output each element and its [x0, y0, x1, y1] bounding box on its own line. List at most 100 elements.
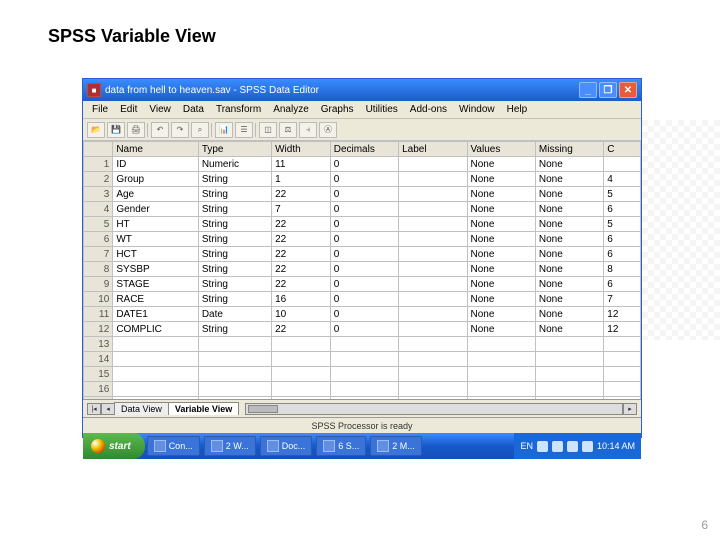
cell-columns[interactable] [604, 157, 641, 172]
cell-name[interactable]: Gender [113, 202, 199, 217]
table-row[interactable]: 2GroupString10NoneNone4 [84, 172, 641, 187]
cell-type[interactable]: String [198, 217, 271, 232]
cell-width[interactable]: 10 [272, 307, 331, 322]
cell-width[interactable]: 22 [272, 277, 331, 292]
cell-label[interactable] [399, 262, 467, 277]
cell-width[interactable]: 22 [272, 322, 331, 337]
table-row[interactable]: 16 [84, 382, 641, 397]
task-item[interactable]: 6 S... [316, 436, 366, 456]
system-tray[interactable]: EN 10:14 AM [514, 433, 641, 459]
menu-edit[interactable]: Edit [115, 103, 142, 116]
cell-values[interactable]: None [467, 232, 535, 247]
cell-columns[interactable]: 7 [604, 292, 641, 307]
col-decimals[interactable]: Decimals [330, 142, 398, 157]
cell-missing[interactable]: None [535, 322, 603, 337]
cell-width[interactable]: 22 [272, 232, 331, 247]
row-number[interactable]: 4 [84, 202, 113, 217]
cell-columns[interactable]: 6 [604, 277, 641, 292]
table-row[interactable]: 4GenderString70NoneNone6 [84, 202, 641, 217]
cell-columns[interactable]: 6 [604, 247, 641, 262]
row-number[interactable]: 6 [84, 232, 113, 247]
cell-width[interactable]: 11 [272, 157, 331, 172]
row-number[interactable]: 1 [84, 157, 113, 172]
table-row[interactable]: 3AgeString220NoneNone5 [84, 187, 641, 202]
cell-decimals[interactable]: 0 [330, 232, 398, 247]
cell-type[interactable]: Numeric [198, 157, 271, 172]
table-row[interactable]: 9STAGEString220NoneNone6 [84, 277, 641, 292]
cell-decimals[interactable]: 0 [330, 307, 398, 322]
cell-label[interactable] [399, 157, 467, 172]
cell-name[interactable]: WT [113, 232, 199, 247]
cell-name[interactable]: Group [113, 172, 199, 187]
table-row[interactable]: 1IDNumeric110NoneNone [84, 157, 641, 172]
cell-decimals[interactable]: 0 [330, 172, 398, 187]
table-row[interactable]: 7HCTString220NoneNone6 [84, 247, 641, 262]
row-number[interactable]: 7 [84, 247, 113, 262]
menu-addons[interactable]: Add-ons [405, 103, 452, 116]
cell-missing[interactable]: None [535, 187, 603, 202]
cell-label[interactable] [399, 307, 467, 322]
cell-values[interactable]: None [467, 202, 535, 217]
cell-name[interactable]: RACE [113, 292, 199, 307]
cell-missing[interactable]: None [535, 217, 603, 232]
cell-label[interactable] [399, 232, 467, 247]
menu-view[interactable]: View [144, 103, 176, 116]
goto-icon[interactable]: ⌕ [191, 122, 209, 138]
tab-data-view[interactable]: Data View [114, 402, 169, 415]
cell-decimals[interactable]: 0 [330, 157, 398, 172]
col-type[interactable]: Type [198, 142, 271, 157]
row-number[interactable]: 17 [84, 397, 113, 400]
cell-missing[interactable]: None [535, 202, 603, 217]
cell-missing[interactable]: None [535, 157, 603, 172]
row-number[interactable]: 14 [84, 352, 113, 367]
redo-icon[interactable]: ↷ [171, 122, 189, 138]
cell-values[interactable]: None [467, 217, 535, 232]
row-number[interactable]: 15 [84, 367, 113, 382]
cell-columns[interactable]: 12 [604, 307, 641, 322]
cell-missing[interactable]: None [535, 292, 603, 307]
menu-data[interactable]: Data [178, 103, 209, 116]
cell-decimals[interactable]: 0 [330, 277, 398, 292]
cell-missing[interactable]: None [535, 307, 603, 322]
cell-columns[interactable]: 8 [604, 262, 641, 277]
table-row[interactable]: 10RACEString160NoneNone7 [84, 292, 641, 307]
start-button[interactable]: start [83, 433, 145, 459]
table-row[interactable]: 6WTString220NoneNone6 [84, 232, 641, 247]
cell-type[interactable]: Date [198, 307, 271, 322]
task-item[interactable]: Doc... [260, 436, 313, 456]
cell-decimals[interactable]: 0 [330, 247, 398, 262]
undo-icon[interactable]: ↶ [151, 122, 169, 138]
cell-width[interactable]: 22 [272, 217, 331, 232]
table-row[interactable]: 11DATE1Date100NoneNone12 [84, 307, 641, 322]
cell-values[interactable]: None [467, 292, 535, 307]
task-item[interactable]: 2 M... [370, 436, 422, 456]
cell-decimals[interactable]: 0 [330, 292, 398, 307]
cell-label[interactable] [399, 172, 467, 187]
chart-icon[interactable]: 📊 [215, 122, 233, 138]
cell-type[interactable]: String [198, 247, 271, 262]
task-item[interactable]: 2 W... [204, 436, 256, 456]
table-row[interactable]: 8SYSBPString220NoneNone8 [84, 262, 641, 277]
cell-columns[interactable]: 5 [604, 187, 641, 202]
cell-columns[interactable]: 12 [604, 322, 641, 337]
col-width[interactable]: Width [272, 142, 331, 157]
row-number[interactable]: 3 [84, 187, 113, 202]
row-number[interactable]: 9 [84, 277, 113, 292]
table-row[interactable]: 12COMPLICString220NoneNone12 [84, 322, 641, 337]
cell-name[interactable]: STAGE [113, 277, 199, 292]
cell-width[interactable]: 22 [272, 187, 331, 202]
row-number[interactable]: 2 [84, 172, 113, 187]
col-label[interactable]: Label [399, 142, 467, 157]
menu-graphs[interactable]: Graphs [316, 103, 359, 116]
cell-decimals[interactable]: 0 [330, 187, 398, 202]
table-row[interactable]: 15 [84, 367, 641, 382]
table-row[interactable]: 13 [84, 337, 641, 352]
menu-help[interactable]: Help [502, 103, 533, 116]
close-button[interactable]: ✕ [619, 82, 637, 98]
titlebar[interactable]: ■ data from hell to heaven.sav - SPSS Da… [83, 79, 641, 101]
cell-width[interactable]: 7 [272, 202, 331, 217]
cell-missing[interactable]: None [535, 172, 603, 187]
cell-columns[interactable]: 5 [604, 217, 641, 232]
row-number[interactable]: 5 [84, 217, 113, 232]
cell-values[interactable]: None [467, 322, 535, 337]
